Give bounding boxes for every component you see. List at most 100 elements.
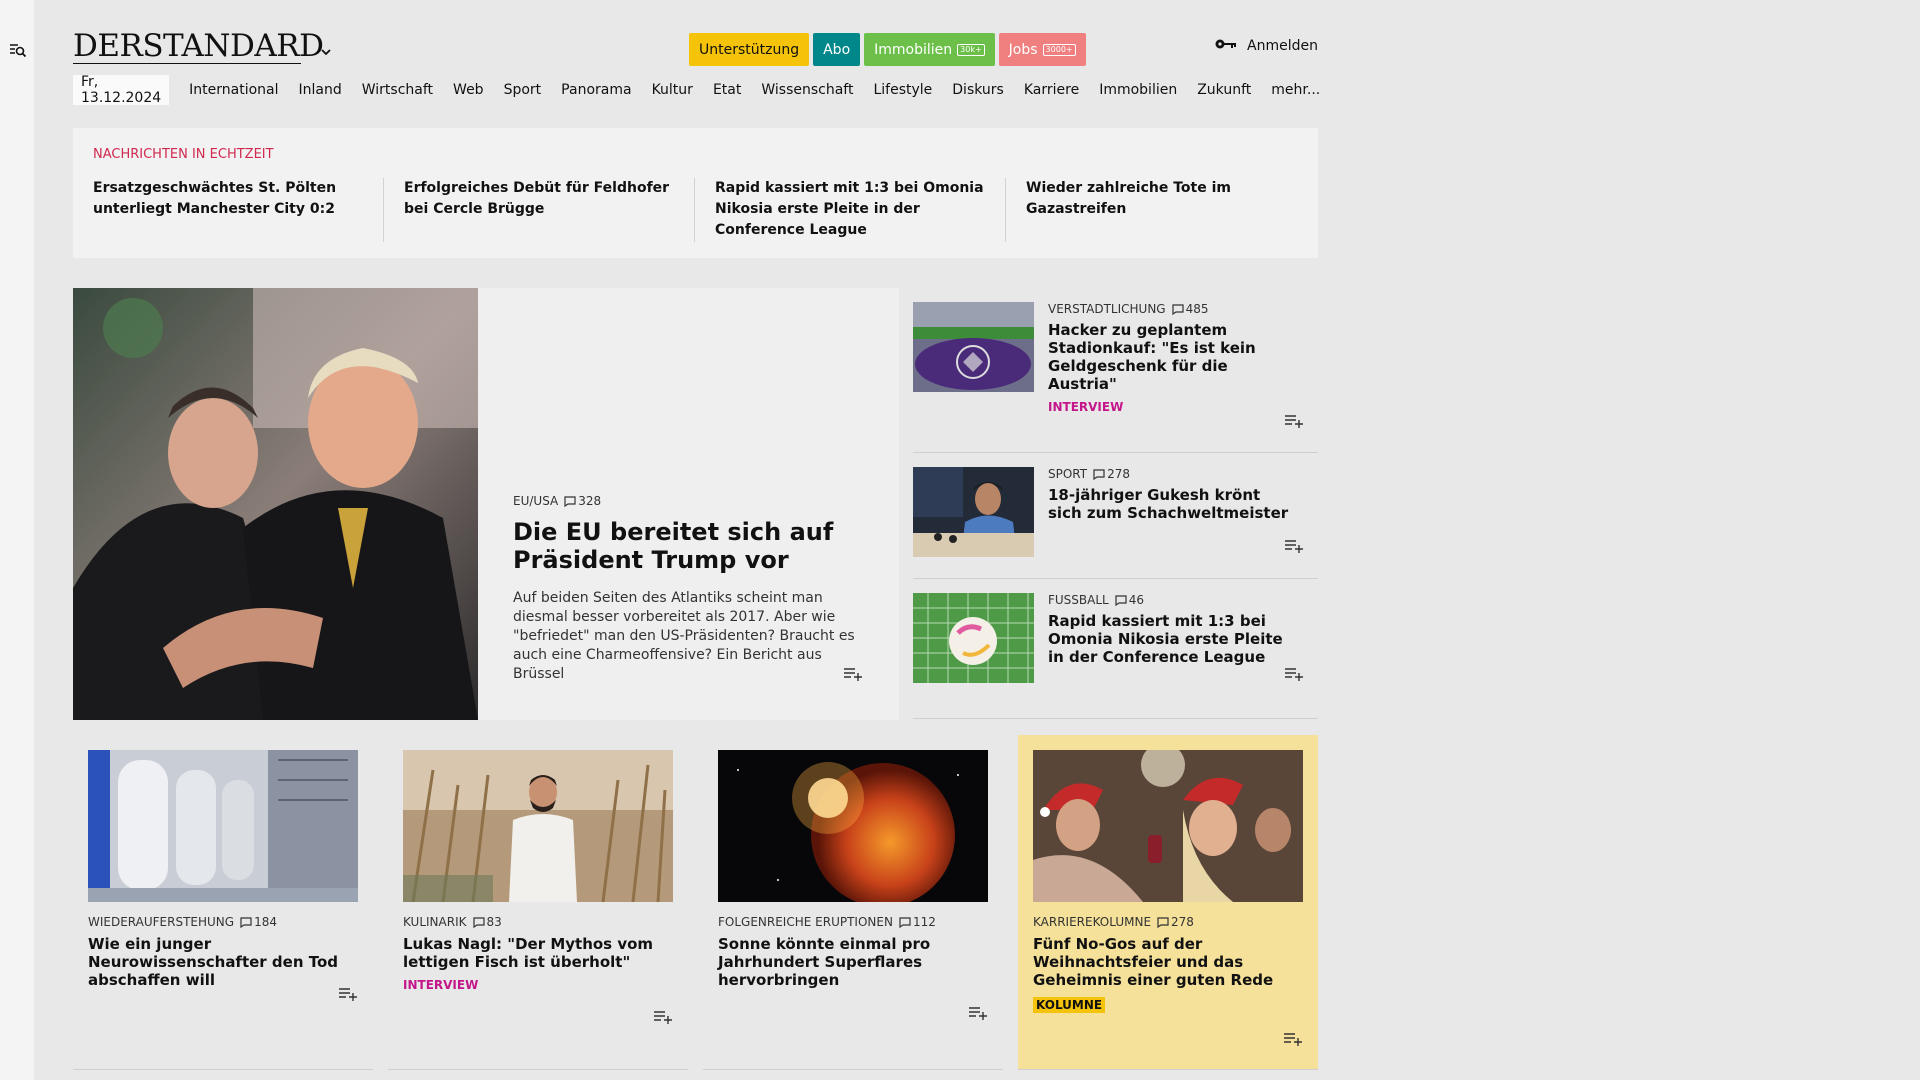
nav-item-inland[interactable]: Inland xyxy=(299,82,342,98)
solar-flare-image[interactable] xyxy=(718,750,988,902)
promo-label: Abo xyxy=(823,41,851,58)
kicker-label[interactable]: KARRIEREKOLUMNE xyxy=(1033,915,1151,929)
side-article-title[interactable]: Rapid kassiert mit 1:3 bei Omonia Nikosi… xyxy=(1048,612,1298,666)
kicker-label[interactable]: KULINARIK xyxy=(403,915,467,929)
side-article-title[interactable]: 18-jähriger Gukesh krönt sich zum Schach… xyxy=(1048,486,1298,522)
kicker-label[interactable]: SPORT xyxy=(1048,467,1087,481)
add-to-list-icon[interactable] xyxy=(843,666,863,681)
login-label: Anmelden xyxy=(1247,38,1318,54)
comment-bubble-icon xyxy=(472,916,485,928)
kicker-label[interactable]: VERSTADTLICHUNG xyxy=(1048,302,1166,316)
comment-count-value: 328 xyxy=(578,494,602,508)
add-to-list-icon[interactable] xyxy=(1284,538,1304,553)
search-menu-icon[interactable] xyxy=(9,41,27,59)
football-thumbnail[interactable] xyxy=(913,593,1034,683)
comment-bubble-icon xyxy=(1157,916,1169,928)
comment-count[interactable]: 184 xyxy=(240,915,277,929)
comment-count[interactable]: 46 xyxy=(1115,593,1144,607)
promo-immobilien-button[interactable]: Immobilien 30k+ xyxy=(864,33,995,66)
promo-buttons: Unterstützung Abo Immobilien 30k+ Jobs 3… xyxy=(689,33,1086,66)
chevron-down-icon[interactable] xyxy=(320,42,332,56)
stadium-thumbnail[interactable] xyxy=(913,302,1034,392)
side-article-text: VERSTADTLICHUNG 485 Hacker zu geplantem … xyxy=(1048,302,1298,414)
teaser-title[interactable]: Wie ein junger Neurowissenschaf­ter den … xyxy=(88,935,358,989)
kicker-label[interactable]: WIEDERAUFERSTEHUNG xyxy=(88,915,234,929)
teaser-row: WIEDERAUFERSTEHUNG 184 Wie ein junger Ne… xyxy=(73,735,1318,1070)
promo-label: Jobs xyxy=(1008,41,1038,58)
teaser-text: WIEDERAUFERSTEHUNG 184 Wie ein junger Ne… xyxy=(88,915,358,989)
comment-bubble-icon xyxy=(899,916,911,928)
teaser-title[interactable]: Fünf No-Gos auf der Weihnachts­feier und… xyxy=(1033,935,1303,989)
left-rail xyxy=(0,0,34,1080)
comment-count[interactable]: 278 xyxy=(1157,915,1194,929)
nav-item-web[interactable]: Web xyxy=(453,82,484,98)
side-article[interactable]: VERSTADTLICHUNG 485 Hacker zu geplantem … xyxy=(913,288,1318,453)
hero-article[interactable]: EU/USA 328 Die EU bereitet sich auf Präs… xyxy=(73,288,899,720)
christmas-party-image[interactable] xyxy=(1033,750,1303,902)
add-to-list-icon[interactable] xyxy=(1283,1031,1303,1046)
nav-item-immobilien[interactable]: Immobilien xyxy=(1099,82,1177,98)
teaser-card[interactable]: WIEDERAUFERSTEHUNG 184 Wie ein junger Ne… xyxy=(73,735,373,1070)
nav-item-zukunft[interactable]: Zukunft xyxy=(1197,82,1251,98)
comment-count-value: 112 xyxy=(912,915,936,929)
hero-image[interactable] xyxy=(73,288,478,720)
chef-portrait-image[interactable] xyxy=(403,750,673,902)
comment-count[interactable]: 328 xyxy=(564,494,601,508)
login-button[interactable]: Anmelden xyxy=(1214,38,1318,54)
site-logo[interactable]: DERSTANDARD xyxy=(73,28,324,64)
teaser-card[interactable]: KULINARIK 83 Lukas Nagl: "Der Mythos vom… xyxy=(388,735,688,1070)
nav-item-diskurs[interactable]: Diskurs xyxy=(952,82,1004,98)
kolumne-tag: KOLUMNE xyxy=(1033,997,1106,1013)
comment-count[interactable]: 83 xyxy=(472,915,502,929)
nav-item-panorama[interactable]: Panorama xyxy=(561,82,631,98)
nav-item-international[interactable]: International xyxy=(189,82,278,98)
promo-abo-button[interactable]: Abo xyxy=(813,33,861,66)
comment-count[interactable]: 485 xyxy=(1172,302,1209,316)
hero-text: EU/USA 328 Die EU bereitet sich auf Präs… xyxy=(513,494,873,684)
ticker-item[interactable]: Rapid kassiert mit 1:3 bei Omonia Ni­kos… xyxy=(695,178,1006,242)
side-kicker: SPORT 278 xyxy=(1048,467,1298,481)
comment-bubble-icon xyxy=(564,495,576,507)
chess-thumbnail[interactable] xyxy=(913,467,1034,557)
nav-item-sport[interactable]: Sport xyxy=(504,82,542,98)
nav-item-wirtschaft[interactable]: Wirtschaft xyxy=(362,82,433,98)
nav-item-karriere[interactable]: Karriere xyxy=(1024,82,1079,98)
nav-item-etat[interactable]: Etat xyxy=(713,82,741,98)
side-article-title[interactable]: Hacker zu geplantem Stadionkauf: "Es ist… xyxy=(1048,321,1298,393)
nav-item-wissenschaft[interactable]: Wissenschaft xyxy=(761,82,853,98)
key-icon xyxy=(1214,38,1238,54)
teaser-title[interactable]: Sonne könnte einmal pro Jahrhundert Supe… xyxy=(718,935,988,989)
hero-title[interactable]: Die EU bereitet sich auf Präsident Trump… xyxy=(513,518,873,574)
side-article[interactable]: SPORT 278 18-jähriger Gukesh krönt sich … xyxy=(913,453,1318,579)
teaser-card-column[interactable]: KARRIEREKOLUMNE 278 Fünf No-Gos auf der … xyxy=(1018,735,1318,1070)
comment-count[interactable]: 278 xyxy=(1093,467,1130,481)
promo-support-button[interactable]: Unterstützung xyxy=(689,33,810,66)
add-to-list-icon[interactable] xyxy=(968,1005,988,1020)
teaser-card[interactable]: FOLGENREICHE ERUPTIONEN 112 Sonne könnte… xyxy=(703,735,1003,1070)
ticker-item[interactable]: Erfolgreiches Debüt für Feldhofer bei Ce… xyxy=(384,178,695,242)
teaser-kicker: KULINARIK 83 xyxy=(403,915,673,929)
teaser-title[interactable]: Lukas Nagl: "Der Mythos vom lettigen Fis… xyxy=(403,935,673,971)
kicker-label[interactable]: EU/USA xyxy=(513,494,558,508)
cryo-tanks-image[interactable] xyxy=(88,750,358,902)
add-to-list-icon[interactable] xyxy=(338,986,358,1001)
nav-item-kultur[interactable]: Kultur xyxy=(652,82,693,98)
add-to-list-icon[interactable] xyxy=(1284,666,1304,681)
teaser-text: FOLGENREICHE ERUPTIONEN 112 Sonne könnte… xyxy=(718,915,988,989)
ticker-item[interactable]: Wieder zahlreiche Tote im Gazastreifen xyxy=(1006,178,1317,242)
add-to-list-icon[interactable] xyxy=(653,1009,673,1024)
current-date: Fr, 13.12.2024 xyxy=(73,74,170,106)
comment-bubble-icon xyxy=(1115,594,1127,606)
nav-item-more[interactable]: mehr... xyxy=(1271,82,1320,98)
nav-item-lifestyle[interactable]: Lifestyle xyxy=(873,82,932,98)
ticker-list: Ersatzgeschwächtes St. Pölten unter­lieg… xyxy=(73,178,1318,242)
add-to-list-icon[interactable] xyxy=(1284,413,1304,428)
kicker-label[interactable]: FOLGENREICHE ERUPTIONEN xyxy=(718,915,893,929)
ticker-item[interactable]: Ersatzgeschwächtes St. Pölten unter­lieg… xyxy=(73,178,384,242)
promo-jobs-button[interactable]: Jobs 3000+ xyxy=(998,33,1086,66)
side-kicker: VERSTADTLICHUNG 485 xyxy=(1048,302,1298,316)
site-header: DERSTANDARD Unterstützung Abo Immobilien… xyxy=(73,0,1318,70)
comment-count[interactable]: 112 xyxy=(899,915,936,929)
side-article[interactable]: FUSSBALL 46 Rapid kassiert mit 1:3 bei O… xyxy=(913,579,1318,719)
kicker-label[interactable]: FUSSBALL xyxy=(1048,593,1109,607)
